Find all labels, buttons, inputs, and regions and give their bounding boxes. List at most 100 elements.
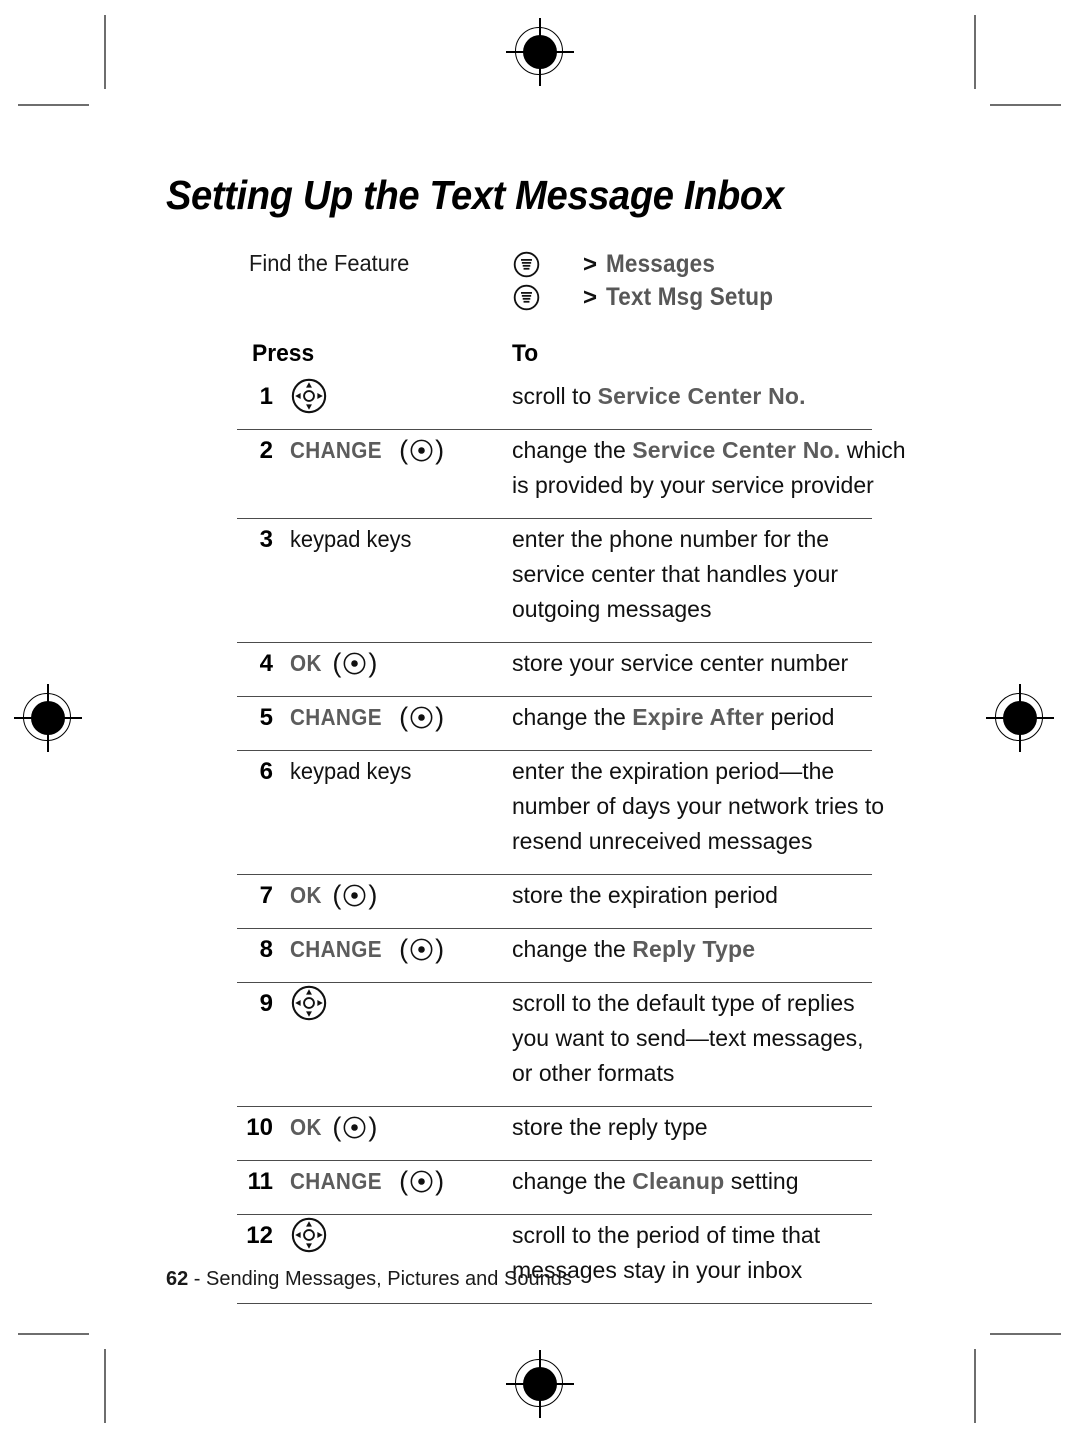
step-number: 7: [259, 882, 273, 909]
footer-page-number: 62: [166, 1268, 189, 1290]
step-description-cell: change the Expire After period: [512, 700, 874, 735]
ui-element-name: Cleanup: [632, 1168, 725, 1194]
step-press-cell: OK (): [290, 879, 378, 911]
step-description-cell: change the Reply Type: [512, 932, 874, 967]
description-line: or other formats: [512, 1056, 874, 1091]
step-number: 6: [259, 758, 273, 785]
description-text: resend unreceived messages: [512, 828, 813, 854]
step-description-cell: scroll to the default type of replies you…: [512, 986, 874, 1091]
description-line: scroll to Service Center No.: [512, 379, 874, 414]
description-text: change the: [512, 1168, 633, 1194]
paren-close: ): [435, 933, 445, 964]
paren-open: (: [399, 434, 409, 465]
find-the-feature-step: > Messages: [513, 248, 792, 281]
center-select-key-icon: [343, 884, 366, 906]
softkey-label[interactable]: CHANGE: [290, 1168, 382, 1195]
ui-element-name: Service Center No.: [632, 437, 841, 463]
step-number: 10: [246, 1114, 273, 1141]
step-press-cell: [290, 1217, 328, 1253]
path-arrow: >: [583, 250, 598, 278]
paren-close: ): [368, 647, 378, 678]
center-select-key-icon: [343, 652, 366, 674]
description-text: scroll to the default type of replies: [512, 990, 855, 1016]
step-description-cell: change the Cleanup setting: [512, 1164, 874, 1199]
paren-close: ): [435, 434, 445, 465]
softkey-label[interactable]: OK: [290, 650, 322, 677]
table-bottom-rule: [237, 1303, 872, 1304]
ui-element-name: Service Center No.: [597, 383, 806, 409]
menu-path-item[interactable]: Messages: [606, 250, 715, 279]
step-press-cell: OK (): [290, 647, 378, 679]
table-row: 6 keypad keys enter the expiration period—…: [237, 750, 884, 874]
menu-path-item[interactable]: Text Msg Setup: [606, 283, 773, 312]
description-text: number of days your network tries to: [512, 793, 884, 819]
four-way-navigation-key-icon: [291, 1217, 327, 1253]
description-text: change the: [512, 704, 633, 730]
description-line: scroll to the period of time that: [512, 1218, 874, 1253]
description-text: setting: [724, 1168, 799, 1194]
step-press-cell: CHANGE (): [290, 434, 445, 466]
step-description-cell: store your service center number: [512, 646, 874, 681]
table-row: 5 CHANGE () change the Expire After period: [237, 696, 872, 750]
page-footer: 62 - Sending Messages, Pictures and Soun…: [166, 1268, 572, 1291]
softkey-label[interactable]: CHANGE: [290, 704, 382, 731]
paren-close: ): [368, 879, 378, 910]
center-select-key-icon: [410, 938, 433, 960]
paren-close: ): [435, 701, 445, 732]
steps-table-header: Press To: [237, 340, 872, 376]
step-press-cell: [290, 985, 328, 1021]
center-select-key-icon: [410, 439, 433, 461]
description-text: which: [840, 437, 906, 463]
softkey-label[interactable]: CHANGE: [290, 936, 382, 963]
ui-element-name: Expire After: [632, 704, 765, 730]
find-the-feature-label: Find the Feature: [249, 250, 410, 276]
description-text: is provided by your service provider: [512, 472, 874, 498]
center-select-key-icon: [343, 1116, 366, 1138]
footer-separator: -: [188, 1268, 207, 1290]
description-line: outgoing messages: [512, 592, 874, 627]
step-press-cell: OK (): [290, 1111, 378, 1143]
paren-close: ): [435, 1165, 445, 1196]
table-row: 9 scroll to the default type of replies yo…: [237, 982, 872, 1106]
press-label: keypad keys: [290, 757, 412, 784]
description-text: store the expiration period: [512, 882, 778, 908]
step-number: 12: [246, 1222, 273, 1249]
description-text: store your service center number: [512, 650, 849, 676]
step-number: 11: [247, 1168, 273, 1195]
table-row: 1 scroll to Service Center No.: [237, 376, 872, 429]
description-text: scroll to the period of time that: [512, 1222, 821, 1248]
softkey-label[interactable]: OK: [290, 882, 322, 909]
find-the-feature-path: > Messages > Text Msg Setup: [513, 248, 792, 314]
step-number: 1: [259, 383, 273, 410]
column-header-press: Press: [252, 340, 315, 367]
table-row: 8 CHANGE () change the Reply Type: [237, 928, 872, 982]
step-number: 8: [259, 936, 273, 963]
description-line: resend unreceived messages: [512, 824, 874, 859]
paren-close: ): [368, 1111, 378, 1142]
step-number: 2: [259, 437, 273, 464]
paren-open: (: [399, 701, 409, 732]
menu-key-icon: [513, 251, 540, 278]
description-line: service center that handles your: [512, 557, 874, 592]
softkey-label[interactable]: CHANGE: [290, 437, 382, 464]
description-line: change the Service Center No. which: [512, 433, 906, 468]
description-line: number of days your network tries to: [512, 789, 884, 824]
description-line: enter the phone number for the: [512, 522, 874, 557]
step-description-cell: enter the expiration period—the number of…: [512, 754, 884, 859]
ui-element-name: Reply Type: [632, 936, 756, 962]
step-description-cell: store the reply type: [512, 1110, 874, 1145]
step-description-cell: enter the phone number for the service ce…: [512, 522, 874, 627]
description-line: change the Reply Type: [512, 932, 874, 967]
softkey-label[interactable]: OK: [290, 1114, 322, 1141]
four-way-navigation-key-icon: [291, 378, 327, 414]
step-press-cell: keypad keys: [290, 755, 418, 787]
paren-open: (: [332, 647, 342, 678]
description-line: enter the expiration period—the: [512, 754, 874, 789]
footer-section-title: Sending Messages, Pictures and Sounds: [206, 1268, 572, 1290]
description-text: store the reply type: [512, 1114, 708, 1140]
description-text: outgoing messages: [512, 596, 712, 622]
find-the-feature-step: > Text Msg Setup: [513, 281, 792, 314]
table-row: 7 OK () store the expiration period: [237, 874, 872, 928]
description-line: change the Cleanup setting: [512, 1164, 874, 1199]
paren-open: (: [399, 933, 409, 964]
